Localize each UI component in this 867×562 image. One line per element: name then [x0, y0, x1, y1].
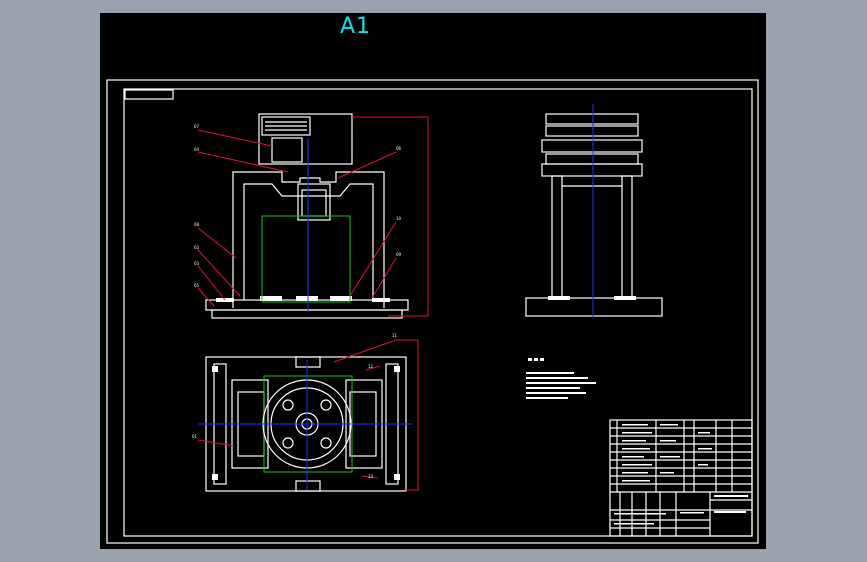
cad-drawing: 07 04 08 02 03 05 06 10 09 1101 1213 [106, 79, 759, 544]
svg-text:03: 03 [194, 261, 200, 266]
svg-text:09: 09 [396, 252, 402, 257]
svg-text:02: 02 [194, 245, 200, 250]
svg-text:01: 01 [192, 434, 198, 439]
top-view: 11 01 12 13 [192, 333, 419, 492]
svg-text:11: 11 [392, 333, 398, 338]
drawing-frame [106, 79, 759, 544]
svg-text:07: 07 [194, 124, 200, 129]
front-view: 07 04 08 02 03 05 06 10 09 [194, 113, 429, 319]
technical-notes [526, 358, 596, 399]
svg-text:06: 06 [396, 146, 402, 151]
svg-text:08: 08 [194, 222, 200, 227]
side-view [525, 104, 663, 318]
svg-text:04: 04 [194, 147, 200, 152]
svg-text:13: 13 [368, 474, 374, 479]
svg-text:05: 05 [194, 283, 200, 288]
svg-text:12: 12 [368, 364, 374, 369]
title-block [609, 419, 753, 537]
svg-text:10: 10 [396, 216, 402, 221]
